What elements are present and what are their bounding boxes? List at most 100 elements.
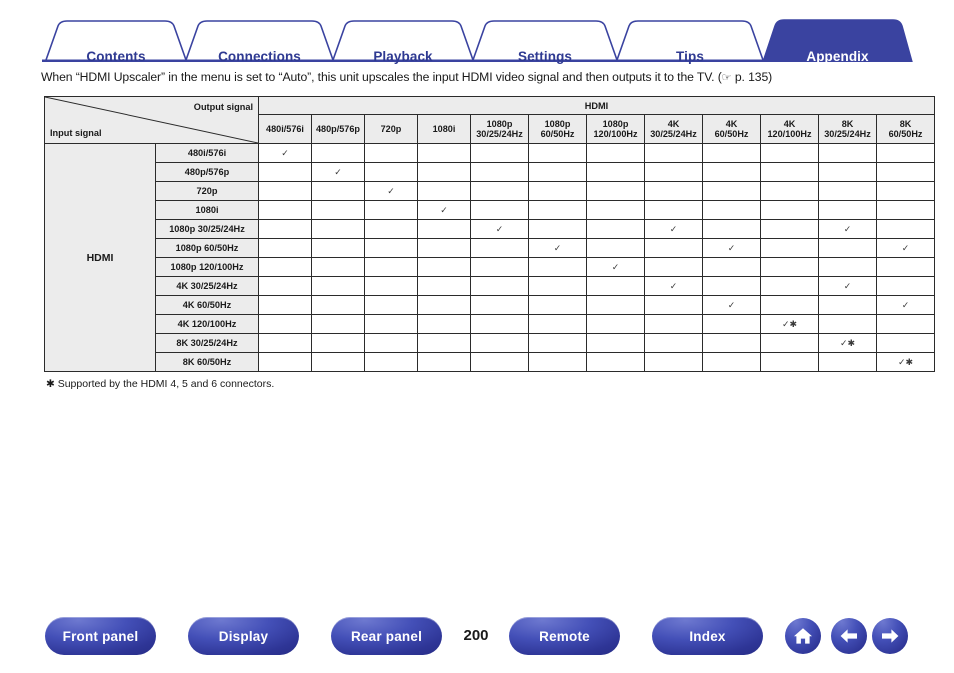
cell-empty [760,181,819,201]
cell-empty [702,352,761,372]
cell-empty [258,295,312,315]
row-label: 720p [155,181,259,201]
forward-arrow-icon-glyph [882,629,899,643]
cell-empty [586,162,645,182]
cell-empty [876,276,935,296]
back-arrow-icon[interactable] [831,618,867,654]
signal-compatibility-table: Output signal Input signal HDMI 480i/576… [44,96,935,372]
cell-empty [644,333,703,353]
table-row: 4K 30/25/24Hz ✓ ✓ [45,276,935,296]
cell-empty [470,352,529,372]
cell-empty [470,333,529,353]
asterisk-icon: ✱ [847,338,856,348]
cell-empty [470,143,529,163]
check-icon: ✓ [727,243,736,253]
nav-button-rear-panel[interactable]: Rear panel [331,617,442,655]
cell-empty [760,276,819,296]
cell-empty [586,143,645,163]
cell-empty [702,181,761,201]
row-label: 8K 30/25/24Hz [155,333,259,353]
tab-connections[interactable]: Connections [186,49,333,64]
cell-supported: ✓ [818,219,877,239]
cell-empty [311,314,365,334]
cell-empty [311,295,365,315]
cell-empty [702,162,761,182]
row-label: 4K 60/50Hz [155,295,259,315]
table-row: 480p/576p ✓ [45,162,935,182]
cell-supported: ✓ [644,276,703,296]
column-header-12: 8K 60/50Hz [876,114,935,144]
nav-button-index[interactable]: Index [652,617,763,655]
nav-button-display[interactable]: Display [188,617,299,655]
cell-supported: ✓ [586,257,645,277]
cell-supported: ✓ [702,238,761,258]
cell-empty [760,238,819,258]
cell-empty [818,314,877,334]
cell-empty [528,352,587,372]
cell-empty [586,200,645,220]
cell-empty [760,200,819,220]
row-label: 480i/576i [155,143,259,163]
cell-empty [470,276,529,296]
cell-empty [528,162,587,182]
cell-empty [644,200,703,220]
row-label: 1080p 60/50Hz [155,238,259,258]
tab-playback[interactable]: Playback [333,49,473,64]
nav-button-remote[interactable]: Remote [509,617,620,655]
cell-empty [470,238,529,258]
cell-empty [876,333,935,353]
cell-empty [702,314,761,334]
cell-empty [528,181,587,201]
cell-empty [470,181,529,201]
cell-empty [364,295,418,315]
cell-empty [417,314,471,334]
cell-empty [528,143,587,163]
cell-empty [258,219,312,239]
row-label: 1080p 120/100Hz [155,257,259,277]
cell-empty [417,219,471,239]
check-icon: ✓ [611,262,620,272]
cell-empty [311,181,365,201]
cell-empty [528,219,587,239]
table-row: 1080p 30/25/24Hz ✓ ✓ ✓ [45,219,935,239]
cell-empty [818,295,877,315]
cell-empty [644,238,703,258]
check-icon: ✓ [727,300,736,310]
cell-empty [258,314,312,334]
check-icon: ✓ [839,338,848,348]
cell-empty [760,257,819,277]
cell-empty [528,295,587,315]
forward-arrow-icon[interactable] [872,618,908,654]
cell-empty [364,200,418,220]
table-row: 8K 60/50Hz ✓✱ [45,352,935,372]
home-icon[interactable] [785,618,821,654]
cell-empty [470,295,529,315]
cell-empty [702,143,761,163]
table-row: 720p ✓ [45,181,935,201]
cell-empty [417,352,471,372]
cell-empty [311,200,365,220]
column-header-5: 1080p 30/25/24Hz [470,114,529,144]
column-header-2: 480p/576p [311,114,365,144]
table-body: HDMI 480i/576i ✓ 480p/576p ✓ 720p ✓ 1080i ✓ 1080p… [44,143,935,372]
cell-empty [258,181,312,201]
cell-empty [644,352,703,372]
cell-empty [760,333,819,353]
cell-empty [876,219,935,239]
tab-settings[interactable]: Settings [473,49,617,64]
column-header-8: 4K 30/25/24Hz [644,114,703,144]
check-icon: ✓ [495,224,504,234]
cell-empty [586,333,645,353]
cell-empty [417,238,471,258]
tab-tips[interactable]: Tips [617,49,763,64]
tab-appendix[interactable]: Appendix [763,49,912,64]
row-label: 8K 60/50Hz [155,352,259,372]
tab-contents[interactable]: Contents [46,49,186,64]
nav-button-front-panel[interactable]: Front panel [45,617,156,655]
cell-empty [876,200,935,220]
row-label: 480p/576p [155,162,259,182]
cell-empty [417,162,471,182]
table-head: Output signal Input signal HDMI 480i/576… [44,96,935,144]
cell-empty [586,314,645,334]
cell-supported: ✓ [417,200,471,220]
